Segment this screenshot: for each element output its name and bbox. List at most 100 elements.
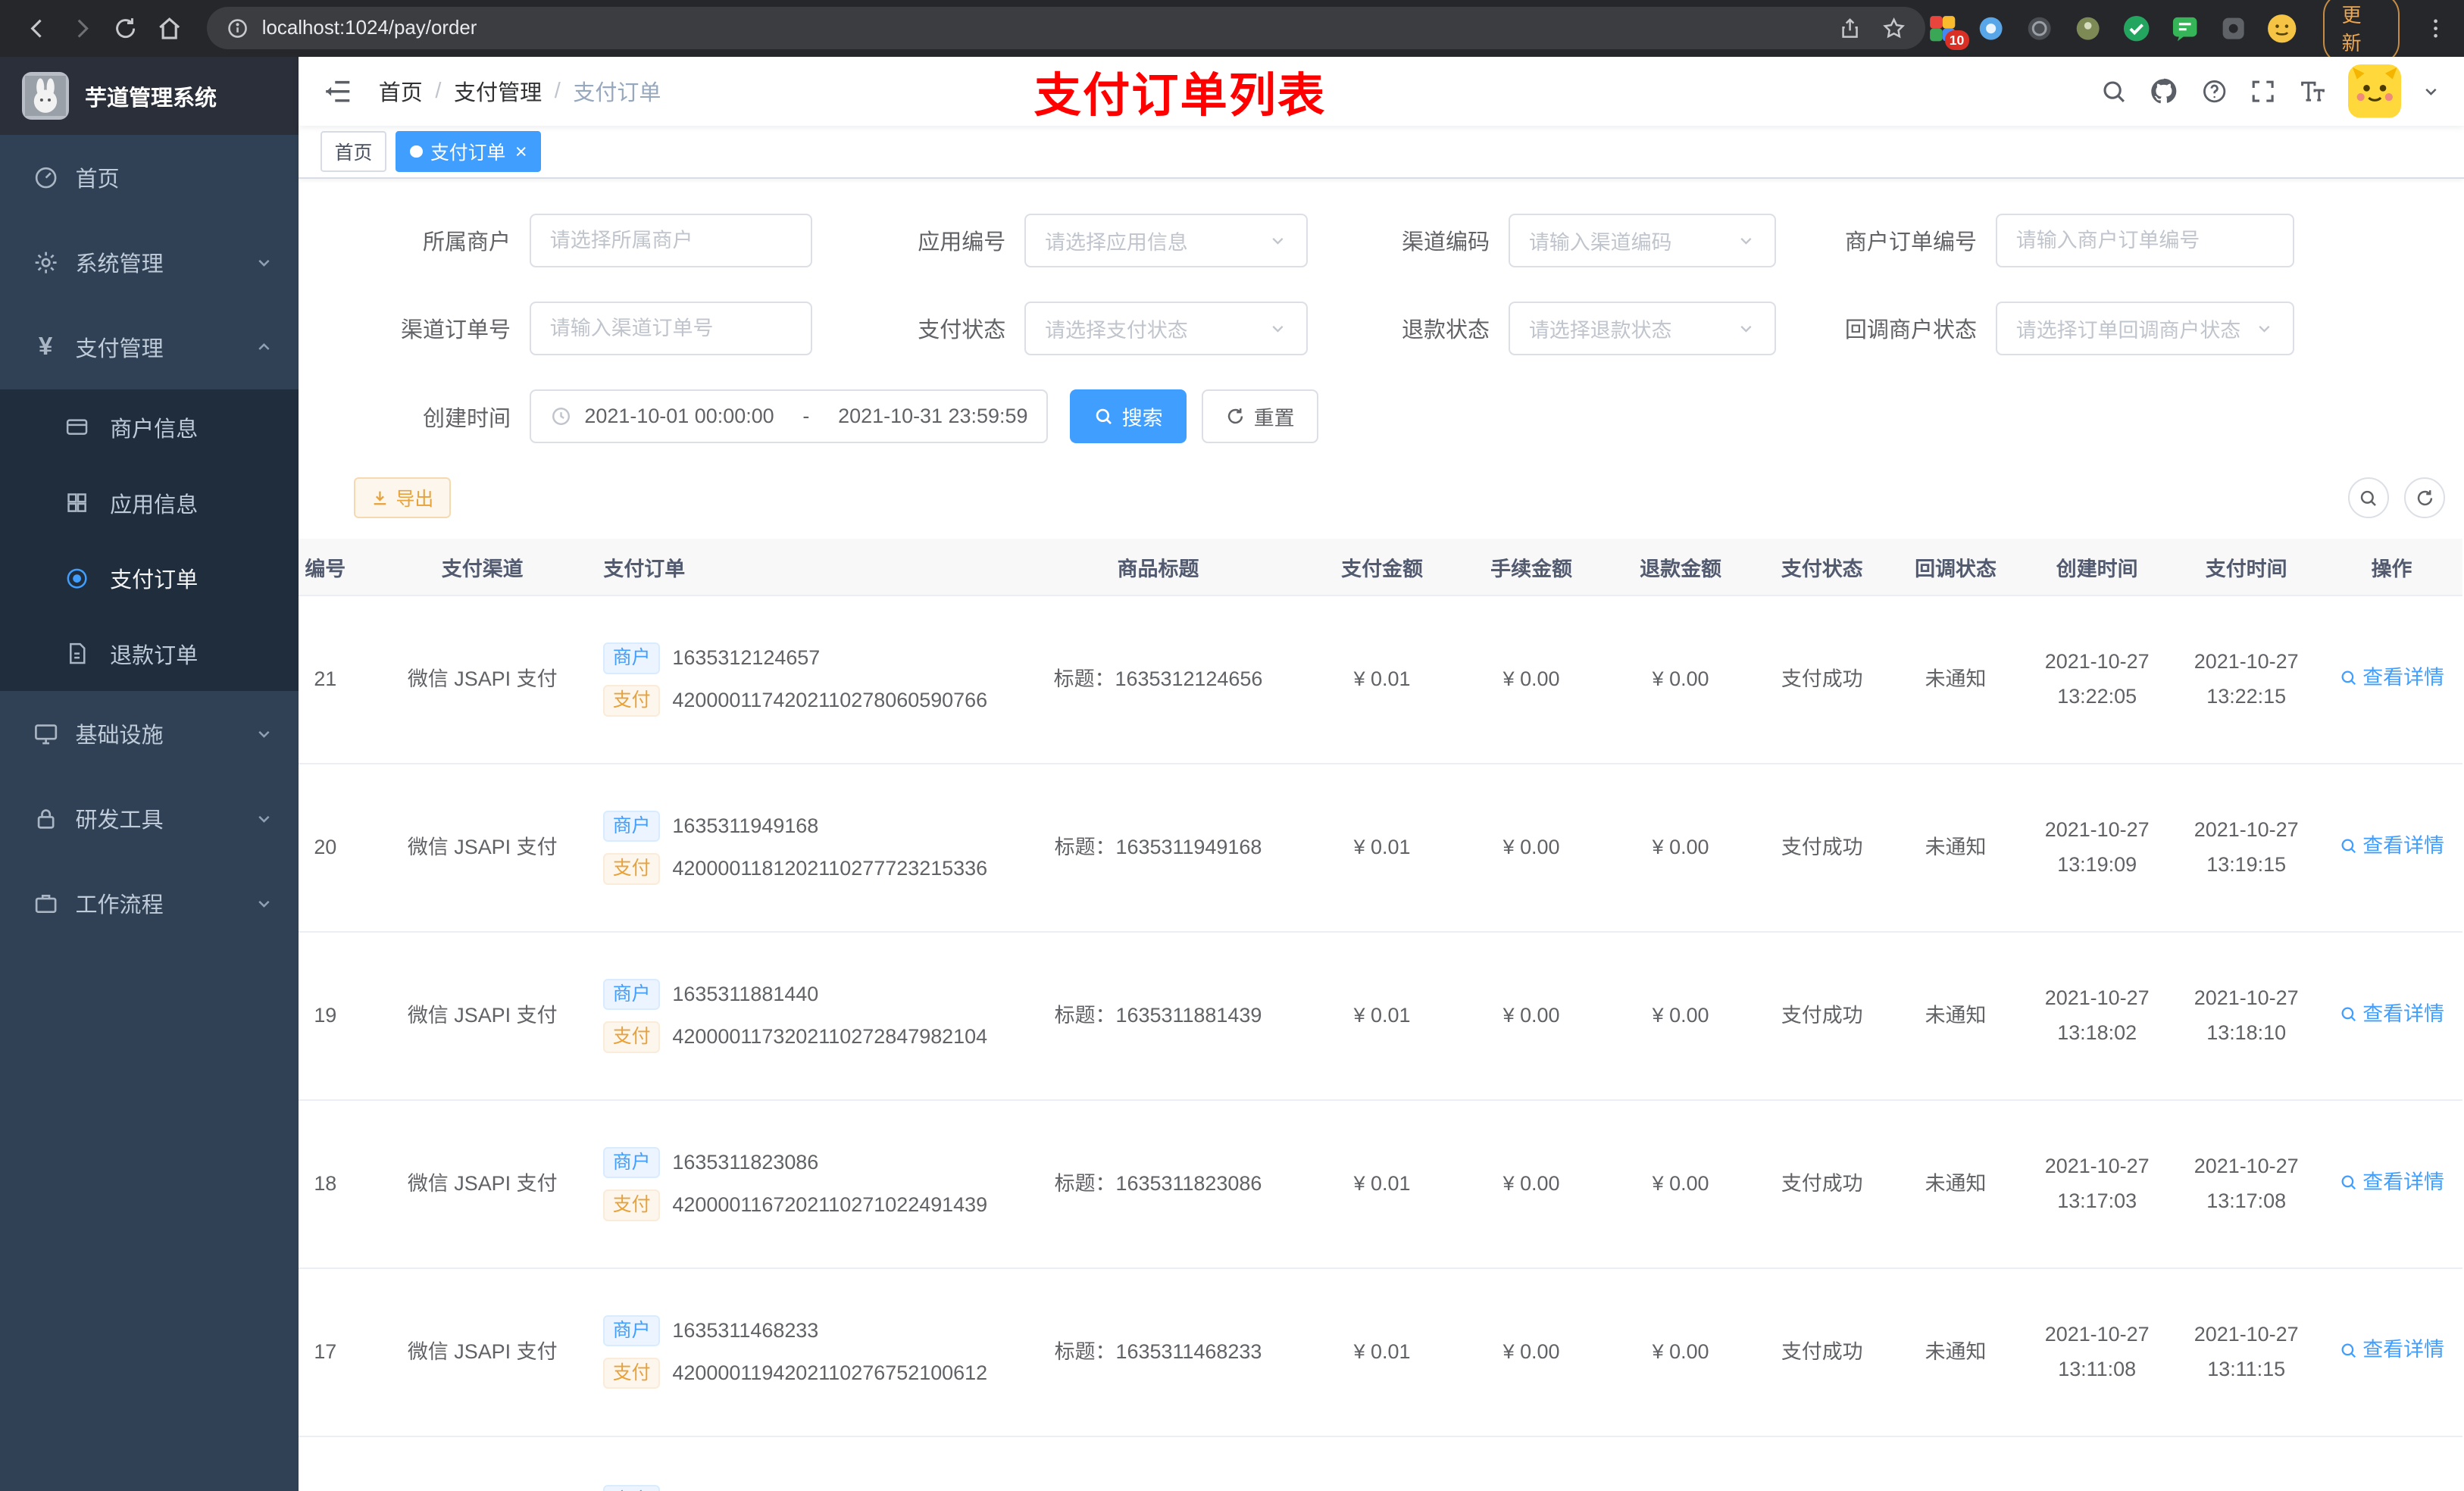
cell-action: 查看详情 xyxy=(2321,1099,2462,1269)
right-toolbar xyxy=(2347,477,2446,519)
cell-fee: ¥ 0.00 xyxy=(1456,1099,1606,1269)
breadcrumb-home[interactable]: 首页 xyxy=(379,75,423,107)
sidebar-item-pay-order[interactable]: 支付订单 xyxy=(0,540,299,616)
cell-created: 2021-10-27 13:18:02 xyxy=(2022,931,2172,1101)
date-separator: - xyxy=(802,405,810,428)
merchant-tag: 商户 xyxy=(603,642,660,674)
reset-button[interactable]: 重置 xyxy=(1202,389,1318,443)
hamburger-icon[interactable] xyxy=(322,76,353,107)
search-button[interactable]: 搜索 xyxy=(1070,389,1187,443)
browser-menu-icon[interactable] xyxy=(2423,16,2448,41)
sidebar-item-refund-order[interactable]: 退款订单 xyxy=(0,616,299,692)
cell-notify: 未通知 xyxy=(1888,595,2023,764)
target-icon xyxy=(63,564,91,592)
view-details-link[interactable]: 查看详情 xyxy=(2339,1333,2444,1368)
pay-status-select[interactable]: 请选择支付状态 xyxy=(1024,302,1308,355)
search-icon xyxy=(2360,490,2376,506)
github-icon[interactable] xyxy=(2148,76,2179,107)
search-icon xyxy=(2341,1343,2356,1358)
breadcrumb-separator: / xyxy=(554,78,561,103)
refund-status-select[interactable]: 请选择退款状态 xyxy=(1508,302,1776,355)
font-size-icon[interactable] xyxy=(2297,77,2327,106)
toggle-search-button[interactable] xyxy=(2347,477,2389,519)
chevron-down-icon xyxy=(255,253,274,272)
search-icon[interactable] xyxy=(2100,77,2128,105)
home-button[interactable] xyxy=(148,6,192,50)
channel-code-select[interactable]: 请输入渠道编码 xyxy=(1508,214,1776,267)
filter-label: 支付状态 xyxy=(918,318,1006,343)
cell-order: 商户 1635311823086 支付 4200001167202110271022… xyxy=(584,1099,1009,1269)
view-details-link[interactable]: 查看详情 xyxy=(2339,1165,2444,1200)
merchant-order-no: 1635311468233 xyxy=(672,1318,819,1342)
address-bar[interactable]: localhost:1024/pay/order xyxy=(207,7,1925,50)
extension-icon-olive-circle[interactable] xyxy=(2071,11,2105,46)
close-icon[interactable]: × xyxy=(515,141,527,162)
cell-refund: ¥ 0.00 xyxy=(1606,1268,1756,1437)
extension-icon-dark-circle[interactable] xyxy=(2022,11,2056,46)
chevron-down-icon[interactable] xyxy=(2422,82,2441,101)
update-button[interactable]: 更新 xyxy=(2322,0,2400,64)
view-details-link[interactable]: 查看详情 xyxy=(2339,997,2444,1032)
merchant-tag: 商户 xyxy=(603,1314,660,1347)
cell-status xyxy=(1755,1436,1889,1491)
sidebar-item-infrastructure[interactable]: 基础设施 xyxy=(0,691,299,776)
bookmark-star-icon[interactable] xyxy=(1881,16,1906,41)
search-icon xyxy=(1096,408,1112,425)
help-icon[interactable] xyxy=(2200,77,2228,105)
cell-amount: ¥ 0.01 xyxy=(1307,931,1457,1101)
sidebar-item-app-info[interactable]: 应用信息 xyxy=(0,465,299,541)
channel-order-no-input[interactable] xyxy=(529,302,813,355)
chevron-down-icon xyxy=(1737,319,1756,338)
merchant-input[interactable] xyxy=(529,214,813,267)
view-details-link[interactable]: 查看详情 xyxy=(2339,829,2444,864)
sidebar-item-merchant-info[interactable]: 商户信息 xyxy=(0,389,299,465)
tag-home[interactable]: 首页 xyxy=(321,131,386,173)
app-no-select[interactable]: 请选择应用信息 xyxy=(1024,214,1308,267)
sidebar-item-home[interactable]: 首页 xyxy=(0,135,299,220)
extension-badge: 10 xyxy=(1944,30,1969,51)
export-button[interactable]: 导出 xyxy=(353,477,451,519)
refresh-table-button[interactable] xyxy=(2404,477,2446,519)
tag-pay-order[interactable]: 支付订单 × xyxy=(396,131,542,173)
cell-created: 2021-10-27 13:19:09 xyxy=(2022,763,2172,933)
user-avatar[interactable] xyxy=(2347,64,2402,118)
filter-create-time: 创建时间 2021-10-01 00:00:00 - 2021-10-31 23… xyxy=(354,389,1049,443)
sidebar-item-label: 系统管理 xyxy=(75,252,164,277)
table-row: 20 微信 JSAPI 支付 商户 1635311949168 支付 4200001… xyxy=(299,763,2462,933)
arrow-right-icon xyxy=(77,19,89,38)
merchant-order-no: 1635311881440 xyxy=(672,982,819,1005)
extension-icon-drop[interactable] xyxy=(1974,11,2008,46)
breadcrumb-pay-manage[interactable]: 支付管理 xyxy=(454,75,542,107)
clock-icon xyxy=(550,405,572,427)
back-button[interactable] xyxy=(16,6,60,50)
profile-avatar-icon[interactable] xyxy=(2265,11,2299,46)
sidebar-item-system[interactable]: 系统管理 xyxy=(0,220,299,305)
extension-icon-chat[interactable] xyxy=(2168,11,2202,46)
sidebar: 芋道管理系统 首页 系统管理 ¥ 支付管理 商户信息 应用信息 支付订单 退款订… xyxy=(0,56,299,1491)
document-icon xyxy=(63,639,91,667)
refresh-button[interactable] xyxy=(104,6,148,50)
extension-icon-green-check[interactable] xyxy=(2119,11,2153,46)
arrow-left-icon xyxy=(30,19,42,38)
breadcrumb-current: 支付订单 xyxy=(573,81,661,106)
extension-icon-puzzle[interactable] xyxy=(2216,11,2250,46)
fullscreen-icon[interactable] xyxy=(2249,77,2277,105)
merchant-order-no-input[interactable] xyxy=(1995,214,2294,267)
sidebar-menu: 首页 系统管理 ¥ 支付管理 商户信息 应用信息 支付订单 退款订单 基础设施 … xyxy=(0,135,299,946)
date-range-picker[interactable]: 2021-10-01 00:00:00 - 2021-10-31 23:59:5… xyxy=(529,389,1049,443)
share-icon[interactable] xyxy=(1837,16,1862,41)
navbar-actions xyxy=(2100,64,2441,118)
callback-status-select[interactable]: 请选择订单回调商户状态 xyxy=(1995,302,2294,355)
view-details-link[interactable]: 查看详情 xyxy=(2339,661,2444,695)
sidebar-item-payment[interactable]: ¥ 支付管理 xyxy=(0,305,299,389)
breadcrumb-separator: / xyxy=(435,78,442,103)
extension-icon-colorful[interactable]: 10 xyxy=(1925,11,1969,51)
sidebar-item-workflow[interactable]: 工作流程 xyxy=(0,861,299,946)
cell-created xyxy=(2022,1436,2172,1491)
table-header-row: 编号 支付渠道 支付订单 商品标题 支付金额 手续金额 退款金额 支付状态 回调… xyxy=(299,539,2462,596)
sidebar-item-dev-tools[interactable]: 研发工具 xyxy=(0,776,299,861)
cell-channel: 微信 JSAPI 支付 xyxy=(380,763,585,933)
forward-button[interactable] xyxy=(60,6,104,50)
pay-order-no: 4200001173202110272847982104 xyxy=(672,1024,988,1048)
table-toolbar: 导出 xyxy=(299,477,2464,519)
